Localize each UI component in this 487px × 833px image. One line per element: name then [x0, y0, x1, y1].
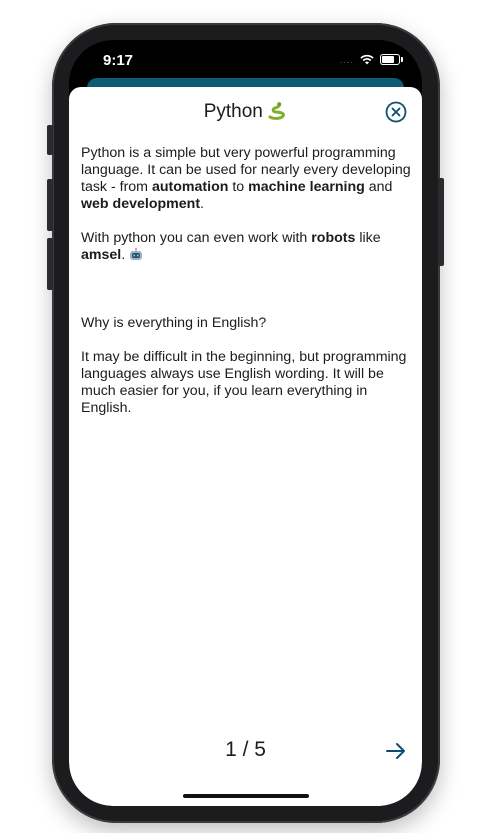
text-span: With python you can even work with: [81, 230, 312, 246]
sheet-header: Python: [69, 101, 422, 125]
bold-text: machine learning: [248, 179, 365, 195]
paragraph-question: Why is everything in English?: [81, 315, 267, 331]
volume-down-button: [47, 238, 53, 290]
battery-icon: [380, 54, 403, 65]
wifi-icon: [360, 54, 374, 65]
volume-up-button: [47, 179, 53, 231]
power-button: [438, 178, 444, 266]
sheet-title: Python: [203, 101, 263, 122]
mute-switch: [47, 125, 53, 155]
text-span: .: [200, 196, 204, 212]
content-body: Python is a simple but very powerful pro…: [81, 145, 411, 417]
text-span: like: [355, 230, 381, 246]
bold-text: amsel: [81, 247, 122, 263]
modal-sheet: Python Python is a simple but very power…: [69, 87, 422, 806]
snake-icon: [268, 102, 286, 120]
home-indicator[interactable]: [183, 794, 309, 798]
screen: 9:17 .... Python Python is a simple but …: [69, 40, 422, 806]
paragraph-robots: With python you can even work with robot…: [81, 230, 411, 264]
text-span: and: [364, 179, 393, 195]
text-span: .: [121, 247, 130, 263]
paragraph-answer: It may be difficult in the beginning, bu…: [81, 349, 407, 416]
page-indicator: 1 / 5: [225, 738, 266, 761]
close-circle-icon[interactable]: [385, 101, 407, 123]
text-span: to: [228, 179, 249, 195]
notch: [157, 40, 335, 68]
stage: 9:17 .... Python Python is a simple but …: [0, 0, 487, 833]
status-time: 9:17: [103, 52, 134, 69]
robot-icon: [130, 248, 143, 260]
bold-text: automation: [151, 179, 229, 195]
bold-text: robots: [311, 230, 356, 246]
signal-icon: ....: [339, 54, 354, 65]
status-icons: ....: [339, 54, 403, 65]
arrow-right-icon[interactable]: [385, 740, 407, 762]
paragraph-intro: Python is a simple but very powerful pro…: [81, 145, 411, 213]
bold-text: web development: [81, 196, 201, 212]
